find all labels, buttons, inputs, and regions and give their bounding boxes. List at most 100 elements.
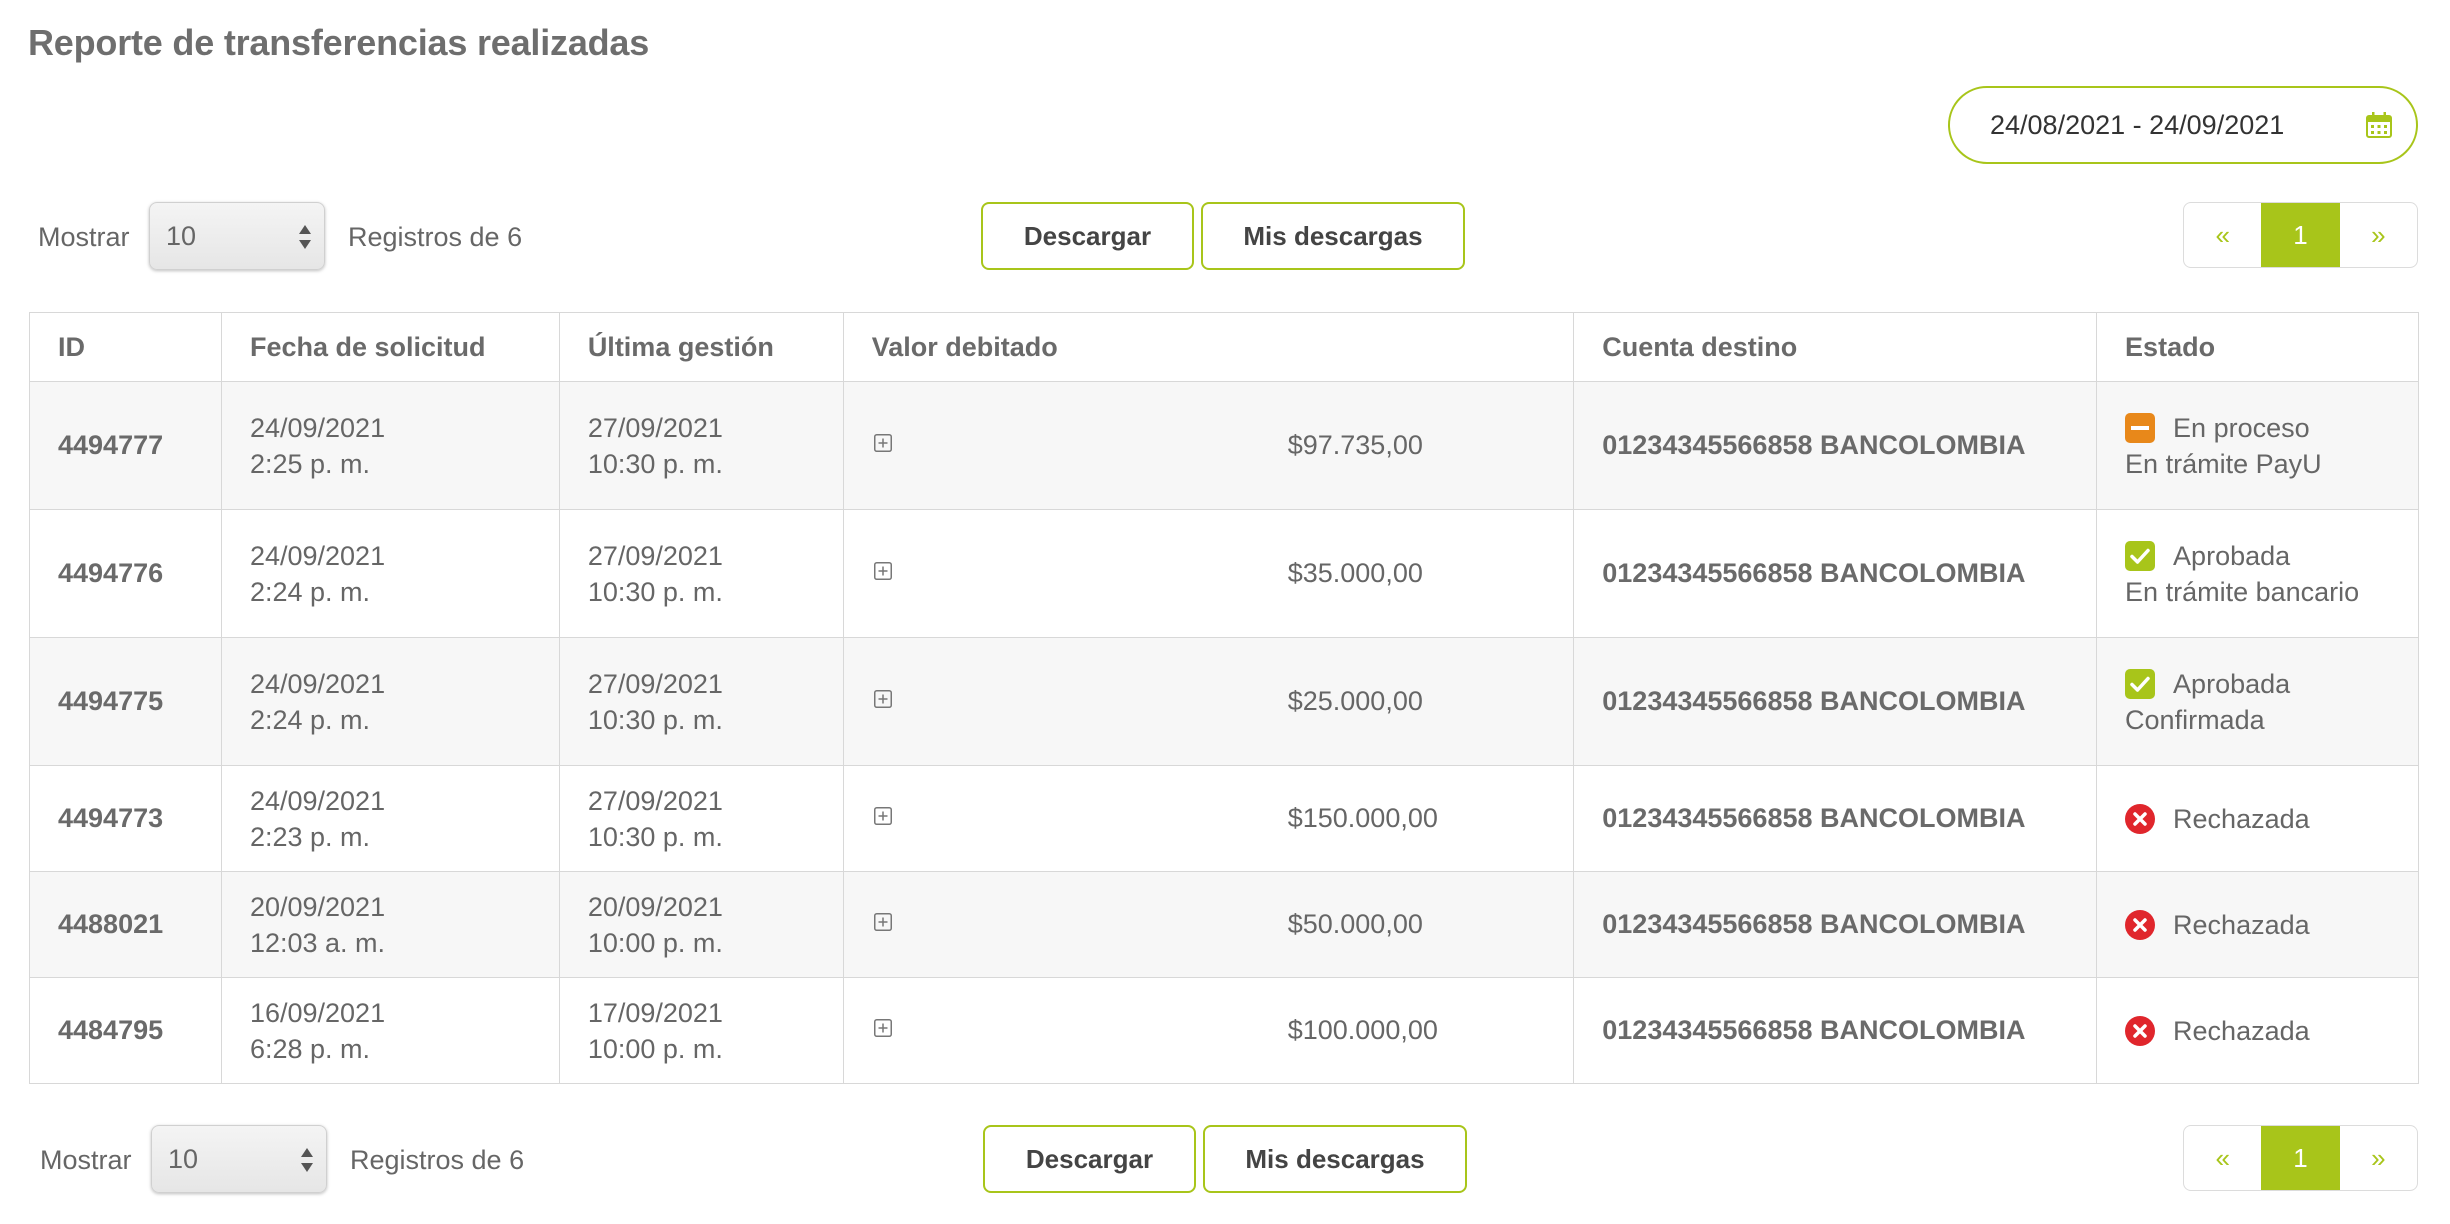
- row-last-update: 27/09/2021 10:30 p. m.: [558, 381, 844, 510]
- last-update-date: 17/09/2021: [587, 997, 723, 1028]
- table-row: 4494775 24/09/2021 2:24 p. m. 27/09/2021…: [29, 637, 2419, 766]
- debited-amount: $25.000,00: [1287, 685, 1423, 716]
- pagination: « 1 »: [2183, 1125, 2418, 1191]
- row-debited-value: $35.000,00: [842, 509, 1575, 638]
- row-destination-account: 01234345566858 BANCOLOMBIA: [1573, 871, 2098, 978]
- col-header-request-date[interactable]: Fecha de solicitud: [220, 312, 560, 382]
- pagination-prev[interactable]: «: [2184, 203, 2261, 267]
- pagination-next[interactable]: »: [2340, 1126, 2417, 1190]
- row-debited-value: $150.000,00: [842, 765, 1575, 872]
- request-date: 20/09/2021: [249, 891, 386, 922]
- row-request-date: 24/09/2021 2:23 p. m.: [220, 765, 560, 872]
- request-date: 24/09/2021: [249, 668, 386, 699]
- table-header: ID Fecha de solicitud Última gestión Val…: [29, 312, 2419, 382]
- status-label: Rechazada: [2173, 909, 2310, 940]
- col-header-id[interactable]: ID: [29, 312, 222, 382]
- row-status: Aprobada Confirmada: [2096, 637, 2419, 766]
- pagination-page-1[interactable]: 1: [2261, 1126, 2340, 1190]
- row-debited-value: $50.000,00: [842, 871, 1575, 978]
- transfers-table: ID Fecha de solicitud Última gestión Val…: [29, 312, 2419, 1084]
- debited-amount: $97.735,00: [1287, 429, 1423, 460]
- debited-amount: $35.000,00: [1287, 557, 1423, 588]
- request-time: 12:03 a. m.: [249, 927, 386, 958]
- pagination-next[interactable]: »: [2340, 203, 2417, 267]
- page-size-value: 10: [168, 1143, 199, 1174]
- table-row: 4488021 20/09/2021 12:03 a. m. 20/09/202…: [29, 871, 2419, 978]
- request-time: 2:23 p. m.: [249, 821, 371, 852]
- row-id: 4494775: [29, 637, 222, 766]
- row-status: Rechazada: [2096, 871, 2419, 978]
- my-downloads-button[interactable]: Mis descargas: [1201, 202, 1465, 270]
- row-request-date: 24/09/2021 2:24 p. m.: [220, 637, 560, 766]
- minus-square-icon: [2125, 412, 2156, 443]
- check-square-icon: [2125, 540, 2156, 571]
- status-detail: Confirmada: [2125, 704, 2265, 735]
- col-header-debited-value[interactable]: Valor debitado: [842, 312, 1575, 382]
- row-request-date: 20/09/2021 12:03 a. m.: [220, 871, 560, 978]
- download-button[interactable]: Descargar: [981, 202, 1194, 270]
- col-header-last-update[interactable]: Última gestión: [558, 312, 844, 382]
- check-square-icon: [2125, 668, 2156, 699]
- table-row: 4494776 24/09/2021 2:24 p. m. 27/09/2021…: [29, 509, 2419, 638]
- pagination-prev[interactable]: «: [2184, 1126, 2261, 1190]
- last-update-date: 27/09/2021: [587, 668, 723, 699]
- last-update-time: 10:30 p. m.: [587, 821, 723, 852]
- plus-square-icon[interactable]: [873, 689, 892, 708]
- plus-square-icon[interactable]: [873, 561, 892, 580]
- plus-square-icon[interactable]: [873, 433, 892, 452]
- pagination-page-1[interactable]: 1: [2261, 203, 2340, 267]
- date-range-value: 24/08/2021 - 24/09/2021: [1990, 109, 2285, 140]
- status-detail: En trámite bancario: [2125, 576, 2360, 607]
- row-request-date: 16/09/2021 6:28 p. m.: [220, 977, 560, 1084]
- row-status: Rechazada: [2096, 977, 2419, 1084]
- calendar-icon[interactable]: [2364, 110, 2394, 140]
- last-update-time: 10:30 p. m.: [587, 448, 723, 479]
- col-header-status[interactable]: Estado: [2096, 312, 2419, 382]
- page-size-select[interactable]: 10: [149, 202, 325, 270]
- page-size-select[interactable]: 10: [151, 1125, 327, 1193]
- row-destination-account: 01234345566858 BANCOLOMBIA: [1573, 765, 2098, 872]
- row-last-update: 17/09/2021 10:00 p. m.: [558, 977, 844, 1084]
- row-destination-account: 01234345566858 BANCOLOMBIA: [1573, 509, 2098, 638]
- request-date: 24/09/2021: [249, 412, 386, 443]
- row-status: En proceso En trámite PayU: [2096, 381, 2419, 510]
- status-detail: En trámite PayU: [2125, 448, 2322, 479]
- download-button[interactable]: Descargar: [983, 1125, 1196, 1193]
- bottom-controls: Mostrar 10 Registros de 6 Descargar Mis …: [0, 1125, 2450, 1195]
- last-update-date: 20/09/2021: [587, 891, 723, 922]
- table-row: 4484795 16/09/2021 6:28 p. m. 17/09/2021…: [29, 977, 2419, 1084]
- debited-amount: $50.000,00: [1287, 908, 1423, 939]
- table-row: 4494777 24/09/2021 2:25 p. m. 27/09/2021…: [29, 381, 2419, 510]
- request-time: 6:28 p. m.: [249, 1033, 371, 1064]
- my-downloads-button[interactable]: Mis descargas: [1203, 1125, 1467, 1193]
- plus-square-icon[interactable]: [873, 1018, 892, 1037]
- row-request-date: 24/09/2021 2:24 p. m.: [220, 509, 560, 638]
- request-date: 24/09/2021: [249, 540, 386, 571]
- last-update-time: 10:30 p. m.: [587, 576, 723, 607]
- row-destination-account: 01234345566858 BANCOLOMBIA: [1573, 637, 2098, 766]
- date-range-picker[interactable]: 24/08/2021 - 24/09/2021: [1948, 86, 2418, 164]
- show-label: Mostrar: [38, 222, 130, 252]
- row-last-update: 27/09/2021 10:30 p. m.: [558, 637, 844, 766]
- plus-square-icon[interactable]: [873, 912, 892, 931]
- status-label: En proceso: [2173, 412, 2310, 443]
- plus-square-icon[interactable]: [873, 806, 892, 825]
- last-update-time: 10:00 p. m.: [587, 927, 723, 958]
- debited-amount: $150.000,00: [1287, 802, 1438, 833]
- x-circle-icon: [2125, 1015, 2156, 1046]
- last-update-date: 27/09/2021: [587, 412, 723, 443]
- row-status: Aprobada En trámite bancario: [2096, 509, 2419, 638]
- row-debited-value: $100.000,00: [842, 977, 1575, 1084]
- request-date: 24/09/2021: [249, 785, 386, 816]
- top-controls: Mostrar 10 Registros de 6 Descargar Mis …: [0, 202, 2450, 272]
- select-arrows-icon: [301, 1148, 313, 1172]
- pagination: « 1 »: [2183, 202, 2418, 268]
- row-request-date: 24/09/2021 2:25 p. m.: [220, 381, 560, 510]
- page-title: Reporte de transferencias realizadas: [28, 22, 650, 63]
- col-header-destination-account[interactable]: Cuenta destino: [1573, 312, 2098, 382]
- row-id: 4494773: [29, 765, 222, 872]
- row-debited-value: $25.000,00: [842, 637, 1575, 766]
- status-label: Aprobada: [2173, 540, 2291, 571]
- status-label: Aprobada: [2173, 668, 2291, 699]
- request-date: 16/09/2021: [249, 997, 386, 1028]
